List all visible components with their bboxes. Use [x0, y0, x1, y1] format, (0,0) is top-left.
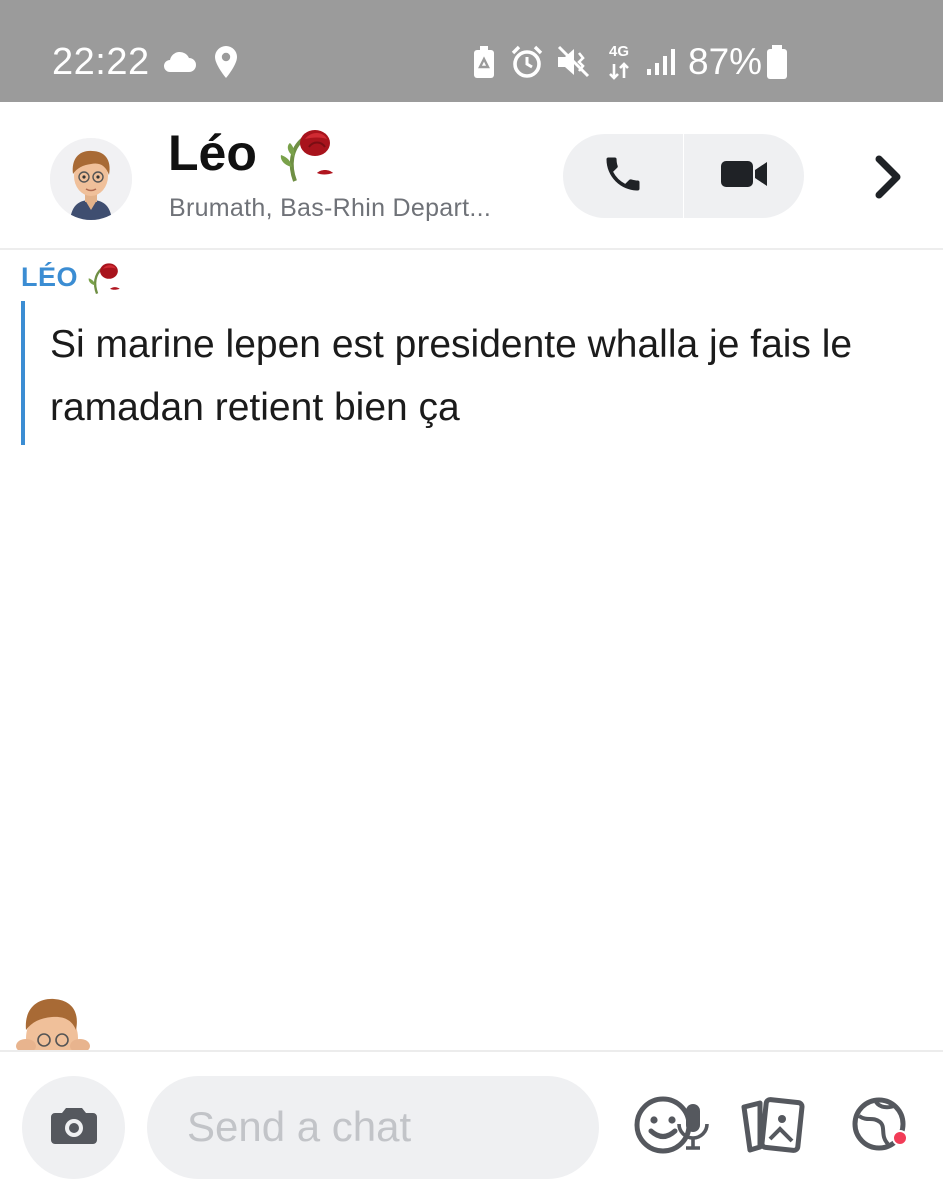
wilted-rose-emoji [273, 121, 337, 185]
lens-button[interactable] [846, 1092, 916, 1162]
phone-call-icon [601, 152, 645, 201]
memories-cards-icon [736, 1095, 806, 1160]
chat-header: Léo Brumath, Bas-Rhin Depart... [0, 102, 943, 250]
signal-icon [644, 44, 676, 80]
location-pin-icon [212, 44, 240, 80]
memories-button[interactable] [736, 1092, 806, 1162]
status-bar: 22:22 4G 87% [0, 0, 943, 102]
phone-call-button[interactable] [563, 134, 683, 218]
battery-saver-icon [470, 44, 498, 80]
message-bubble[interactable]: Si marine lepen est presidente whalla je… [21, 301, 901, 445]
emoji-icon [632, 1094, 694, 1161]
chat-input[interactable] [187, 1102, 517, 1152]
message-text: Si marine lepen est presidente whalla je… [50, 323, 853, 429]
chevron-right-icon[interactable] [862, 150, 914, 204]
message-sender-name: LÉO [21, 262, 79, 292]
vibrate-icon [554, 44, 592, 80]
contact-name-row[interactable]: Léo [168, 120, 337, 186]
camera-icon [49, 1104, 99, 1151]
message-list[interactable]: LÉO Si marine lepen est presidente whall… [0, 252, 943, 1050]
contact-location: Brumath, Bas-Rhin Depart... [169, 194, 492, 222]
battery-icon [764, 44, 790, 80]
alarm-icon [508, 44, 546, 80]
message-sender-row: LÉO [21, 258, 122, 296]
emoji-button[interactable] [628, 1092, 698, 1162]
avatar-bitmoji[interactable] [50, 138, 132, 220]
network-4g-icon [606, 62, 632, 80]
peeking-bitmoji [14, 994, 94, 1050]
video-call-icon [719, 156, 769, 197]
wilted-rose-emoji-small [84, 258, 122, 296]
snapchat-chat-screen: 22:22 4G 87% Léo Brumath, Bas-Rhin Depar… [0, 0, 943, 1200]
chat-composer [0, 1050, 943, 1200]
cloud-icon [160, 44, 198, 80]
battery-percentage: 87% [688, 41, 763, 82]
call-buttons [563, 134, 804, 218]
video-call-button[interactable] [684, 134, 804, 218]
status-time: 22:22 [52, 41, 150, 83]
contact-name: Léo [168, 125, 257, 181]
camera-button[interactable] [22, 1076, 125, 1179]
chat-input-pill [147, 1076, 709, 1179]
lens-globe-icon [850, 1094, 912, 1161]
network-type-label: 4G [608, 43, 629, 60]
